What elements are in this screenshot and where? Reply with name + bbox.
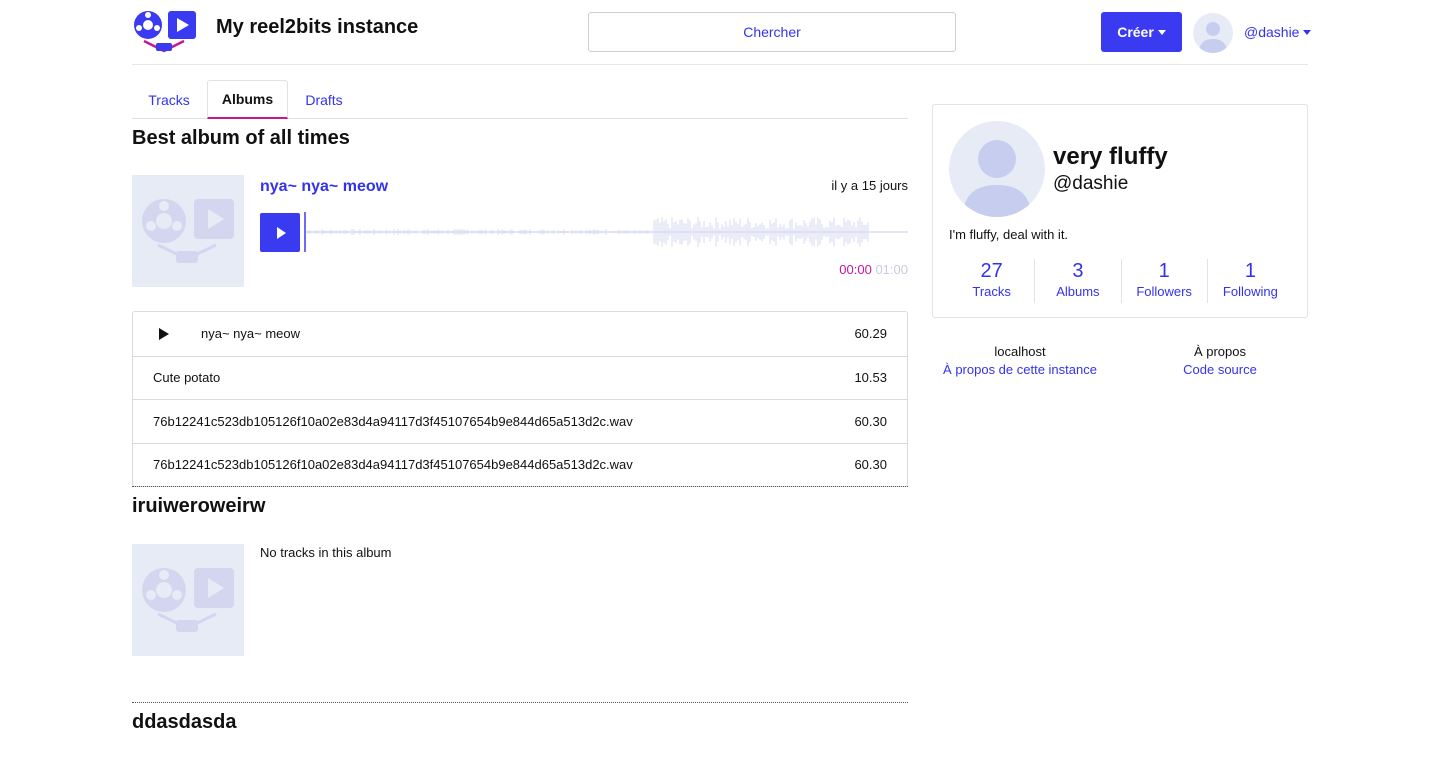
- search-button[interactable]: Chercher: [588, 12, 956, 52]
- about-heading: À propos: [1193, 344, 1247, 359]
- profile-handle: @dashie: [1053, 173, 1129, 194]
- stat-label: Following: [1222, 284, 1278, 299]
- tab-drafts[interactable]: Drafts: [289, 80, 359, 119]
- empty-album-text: No tracks in this album: [260, 545, 392, 560]
- site-title[interactable]: My reel2bits instance: [216, 16, 418, 39]
- track-title: nya~ nya~ meow: [201, 326, 301, 342]
- profile-bio: I'm fluffy, deal with it.: [949, 227, 1069, 242]
- footer-instance: localhost À propos de cette instance: [940, 343, 1100, 379]
- table-row[interactable]: 76b12241c523db105126f10a02e83d4a94117d3f…: [133, 399, 907, 443]
- track-title: 76b12241c523db105126f10a02e83d4a94117d3f…: [153, 457, 633, 473]
- track-date: il y a 15 jours: [831, 178, 908, 193]
- track-value: 60.30: [854, 457, 887, 473]
- stat-following[interactable]: 1 Following: [1206, 259, 1293, 303]
- stat-label: Followers: [1136, 284, 1192, 299]
- play-icon[interactable]: [159, 327, 169, 340]
- album-cover-placeholder-icon: [132, 175, 244, 287]
- track-value: 10.53: [854, 370, 887, 386]
- source-code-link[interactable]: Code source: [1140, 361, 1300, 379]
- current-track-title[interactable]: nya~ nya~ meow: [260, 178, 388, 196]
- stat-count: 1: [1244, 260, 1256, 282]
- about-instance-link[interactable]: À propos de cette instance: [940, 361, 1100, 379]
- album-title[interactable]: Best album of all times: [132, 127, 350, 150]
- user-avatar[interactable]: [1193, 13, 1233, 53]
- time-current: 00:00: [839, 262, 872, 277]
- stat-label: Albums: [1056, 284, 1100, 299]
- track-value: 60.30: [854, 413, 887, 429]
- stat-followers[interactable]: 1 Followers: [1120, 259, 1207, 303]
- create-dropdown-button[interactable]: Créer: [1101, 12, 1182, 52]
- play-icon: [276, 226, 286, 239]
- create-label: Créer: [1117, 24, 1154, 40]
- profile-tabs: Tracks Albums Drafts: [132, 80, 908, 119]
- stat-tracks[interactable]: 27 Tracks: [949, 259, 1034, 303]
- waveform[interactable]: [304, 212, 908, 252]
- profile-stats: 27 Tracks 3 Albums 1 Followers 1 Followi…: [949, 259, 1293, 303]
- track-title: Cute potato: [153, 370, 221, 386]
- tab-tracks[interactable]: Tracks: [132, 80, 206, 119]
- album-divider: [132, 702, 908, 703]
- album-title[interactable]: ddasdasda: [132, 711, 236, 734]
- tab-albums[interactable]: Albums: [207, 80, 288, 119]
- stat-count: 3: [1072, 260, 1084, 282]
- table-row[interactable]: Cute potato 10.53: [133, 355, 907, 400]
- track-title: 76b12241c523db105126f10a02e83d4a94117d3f…: [153, 413, 633, 429]
- stat-count: 1: [1158, 260, 1170, 282]
- stat-count: 27: [980, 260, 1003, 282]
- profile-display-name: very fluffy: [1053, 143, 1168, 170]
- reel2bits-logo-icon[interactable]: [132, 9, 196, 53]
- profile-avatar: [949, 121, 1045, 217]
- user-menu-dropdown[interactable]: @dashie: [1244, 24, 1312, 40]
- search-label: Chercher: [743, 24, 801, 40]
- user-handle: @dashie: [1244, 24, 1300, 40]
- stat-label: Tracks: [972, 284, 1011, 299]
- caret-down-icon: [1303, 29, 1312, 35]
- album-tracklist: nya~ nya~ meow 60.29 Cute potato 10.53 7…: [132, 311, 908, 487]
- album-title[interactable]: iruiweroweirw: [132, 495, 265, 518]
- album-cover-placeholder-icon: [132, 544, 244, 656]
- footer-about: À propos Code source: [1140, 343, 1300, 379]
- play-button[interactable]: [260, 213, 300, 252]
- stat-albums[interactable]: 3 Albums: [1034, 259, 1120, 303]
- track-value: 60.29: [854, 326, 887, 342]
- caret-down-icon: [1157, 29, 1166, 35]
- album-divider: [132, 486, 908, 487]
- track-time: 00:00 01:00: [839, 262, 908, 277]
- profile-card: very fluffy @dashie I'm fluffy, deal wit…: [932, 104, 1308, 318]
- table-row[interactable]: 76b12241c523db105126f10a02e83d4a94117d3f…: [133, 442, 907, 487]
- table-row[interactable]: nya~ nya~ meow 60.29: [133, 312, 907, 356]
- top-header: My reel2bits instance Chercher Créer @da…: [132, 0, 1312, 65]
- time-total: 01:00: [875, 262, 908, 277]
- instance-name: localhost: [994, 344, 1046, 359]
